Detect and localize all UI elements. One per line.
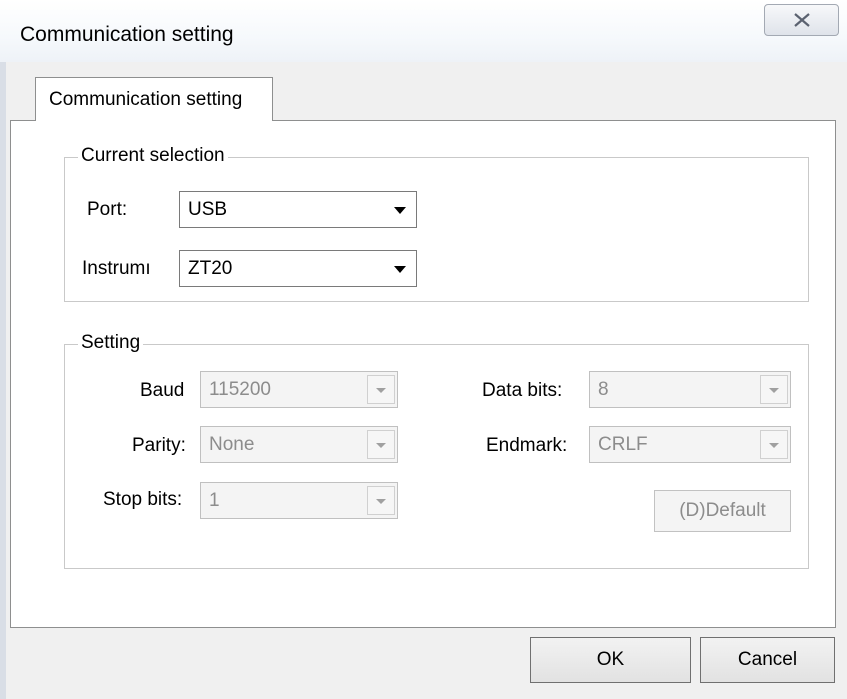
setting-title: Setting	[78, 332, 144, 354]
data-bits-value: 8	[598, 379, 609, 400]
close-button[interactable]	[764, 4, 839, 36]
baud-label: Baud	[140, 380, 185, 401]
baud-value: 115200	[209, 379, 271, 400]
data-bits-label: Data bits:	[482, 380, 563, 401]
cancel-button[interactable]: Cancel	[700, 637, 835, 683]
instrument-value: ZT20	[188, 258, 233, 279]
chevron-down-icon[interactable]	[367, 430, 395, 459]
chevron-down-icon[interactable]	[367, 375, 395, 404]
data-bits-select[interactable]: 8	[589, 371, 791, 408]
chevron-down-icon[interactable]	[760, 375, 788, 404]
chevron-down-icon[interactable]	[367, 486, 395, 515]
parity-label: Parity:	[132, 435, 186, 456]
stop-bits-label: Stop bits:	[103, 489, 183, 510]
title-bar: Communication setting	[0, 0, 847, 62]
chevron-down-icon[interactable]	[386, 254, 414, 283]
stop-bits-value: 1	[209, 490, 220, 511]
endmark-select[interactable]: CRLF	[589, 426, 791, 463]
parity-value: None	[209, 434, 255, 455]
port-label: Port:	[87, 199, 128, 220]
instrument-select[interactable]: ZT20	[179, 250, 417, 287]
parity-select[interactable]: None	[200, 426, 398, 463]
tab-communication-setting[interactable]: Communication setting	[35, 77, 273, 123]
current-selection-title: Current selection	[78, 145, 228, 167]
window-frame	[0, 62, 6, 699]
chevron-down-icon[interactable]	[386, 195, 414, 224]
close-icon	[794, 13, 810, 27]
baud-select[interactable]: 115200	[200, 371, 398, 408]
current-selection-group	[64, 157, 809, 302]
port-value: USB	[188, 199, 228, 220]
instrument-label: Instrumı	[82, 258, 151, 279]
ok-button[interactable]: OK	[530, 637, 691, 683]
endmark-label: Endmark:	[486, 435, 568, 456]
port-select[interactable]: USB	[179, 191, 417, 228]
stop-bits-select[interactable]: 1	[200, 482, 398, 519]
window-title: Communication setting	[20, 23, 234, 46]
chevron-down-icon[interactable]	[760, 430, 788, 459]
endmark-value: CRLF	[598, 434, 648, 455]
default-button[interactable]: (D)Default	[654, 490, 791, 532]
